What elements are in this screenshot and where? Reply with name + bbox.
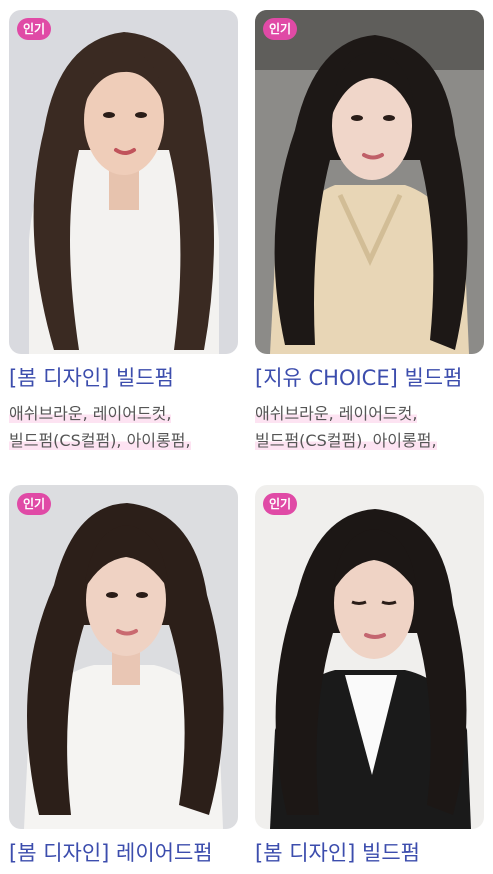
- tag-line: 빌드펌(CS컬펌), 아이롱펌,: [255, 431, 437, 450]
- hairstyle-photo-image: [255, 485, 484, 829]
- style-photo[interactable]: 인기: [9, 485, 238, 829]
- style-title[interactable]: [봄 디자인] 빌드펌: [255, 839, 484, 867]
- hairstyle-photo-image: [255, 10, 484, 354]
- tag-line: 애쉬브라운, 레이어드컷,: [9, 404, 172, 423]
- style-photo[interactable]: 인기: [9, 10, 238, 354]
- hairstyle-photo-image: [9, 10, 238, 354]
- style-card[interactable]: 인기 [봄 디자인] 레이어드펌: [9, 485, 238, 867]
- tag-line: 빌드펌(CS컬펌), 아이롱펌,: [9, 431, 191, 450]
- style-photo[interactable]: 인기: [255, 10, 484, 354]
- style-card[interactable]: 인기 [지유 CHOICE] 빌드펌 애쉬브라운, 레이어드컷, 빌드펌(CS컬…: [255, 10, 484, 454]
- style-title[interactable]: [지유 CHOICE] 빌드펌: [255, 364, 484, 392]
- style-tags: 애쉬브라운, 레이어드컷, 빌드펌(CS컬펌), 아이롱펌,: [255, 400, 484, 454]
- style-title[interactable]: [봄 디자인] 빌드펌: [9, 364, 238, 392]
- style-card[interactable]: 인기 [봄 디자인] 빌드펌: [255, 485, 484, 867]
- tag-line: 애쉬브라운, 레이어드컷,: [255, 404, 418, 423]
- style-tags: 애쉬브라운, 레이어드컷, 빌드펌(CS컬펌), 아이롱펌,: [9, 400, 238, 454]
- popular-badge: 인기: [17, 18, 52, 40]
- popular-badge: 인기: [263, 18, 298, 40]
- popular-badge: 인기: [263, 493, 298, 515]
- style-grid: 인기 [봄 디자인] 빌드펌 애쉬브라운, 레이어드컷, 빌드펌(CS컬펌), …: [0, 0, 493, 874]
- style-card[interactable]: 인기 [봄 디자인] 빌드펌 애쉬브라운, 레이어드컷, 빌드펌(CS컬펌), …: [9, 10, 238, 454]
- popular-badge: 인기: [17, 493, 52, 515]
- hairstyle-photo-image: [9, 485, 238, 829]
- style-title[interactable]: [봄 디자인] 레이어드펌: [9, 839, 238, 867]
- style-photo[interactable]: 인기: [255, 485, 484, 829]
